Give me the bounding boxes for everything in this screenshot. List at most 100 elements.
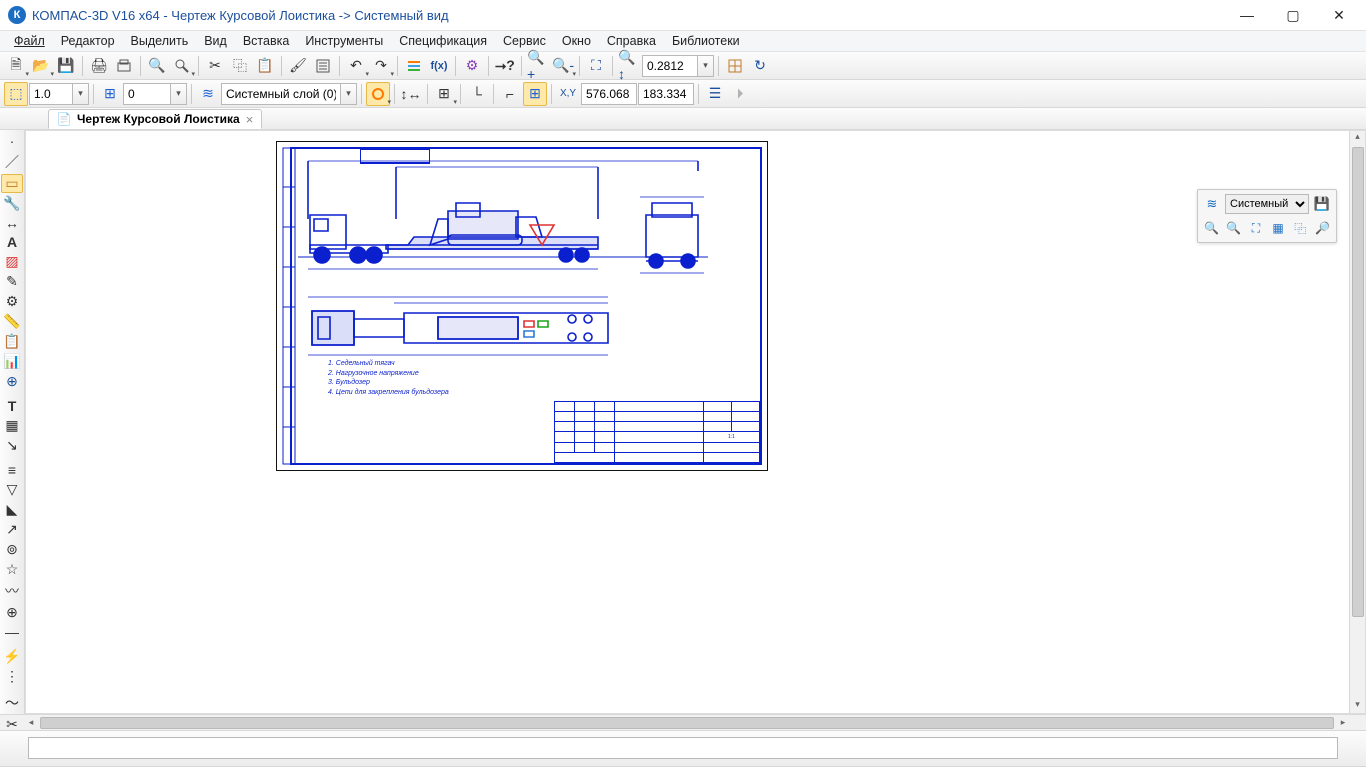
vt-measure[interactable]: 📏 (1, 312, 23, 331)
step-combo[interactable]: ▾ (123, 83, 187, 105)
pan-button[interactable] (723, 54, 747, 78)
step-input[interactable] (123, 83, 171, 105)
menu-help[interactable]: Справка (599, 32, 664, 50)
vt-line[interactable]: ／ (1, 151, 23, 173)
zoom-out-button[interactable]: 🔍-▾ (551, 54, 575, 78)
vt-rect[interactable]: ▭ (1, 174, 23, 193)
vt-text[interactable]: A (1, 233, 23, 251)
window-minimize-button[interactable]: — (1224, 0, 1270, 30)
coord-x-input[interactable] (581, 83, 637, 105)
tool-snap-active[interactable]: ⊞ (523, 82, 547, 106)
fx-button[interactable]: f(x) (427, 54, 451, 78)
doc-tab-close[interactable]: × (246, 112, 254, 127)
redo-button[interactable]: ↷▾ (369, 54, 393, 78)
vt-multi[interactable]: ⋮ (1, 667, 23, 686)
menu-insert[interactable]: Вставка (235, 32, 297, 50)
paste-button[interactable]: 📋 (253, 54, 277, 78)
vt-weld[interactable]: ≡ (1, 461, 23, 479)
macro-button[interactable]: ⏵ (728, 82, 752, 106)
vt-cut[interactable]: ✂ (1, 715, 23, 734)
print-button[interactable]: 🖨 (87, 54, 111, 78)
menu-editor[interactable]: Редактор (53, 32, 123, 50)
panel-zoom-out[interactable]: 🔍 (1224, 218, 1243, 238)
vt-axis[interactable]: ― (1, 623, 23, 641)
menu-view[interactable]: Вид (196, 32, 235, 50)
format-painter-button[interactable]: 🖌 (286, 54, 310, 78)
vt-base[interactable]: ◣ (1, 500, 23, 519)
vt-brand[interactable]: ☆ (1, 560, 23, 579)
tool-axes[interactable]: ↕↔ (399, 82, 423, 106)
vt-bolt[interactable]: ⚡ (1, 647, 23, 666)
print-preview-button[interactable] (112, 54, 136, 78)
floating-style-panel[interactable]: ≋ Системный 💾 🔍 🔍 ⛶ ▦ ⿻ 🔎 (1197, 189, 1337, 243)
panel-zoom-fit[interactable]: ⛶ (1246, 218, 1265, 238)
vertical-scrollbar[interactable]: ▴ ▾ (1349, 131, 1365, 713)
preview-button[interactable]: 🔍 (145, 54, 169, 78)
save-button[interactable]: 💾 (54, 54, 78, 78)
panel-copy[interactable]: ⿻ (1291, 218, 1310, 238)
undo-button[interactable]: ↶▾ (344, 54, 368, 78)
layers-button[interactable] (402, 54, 426, 78)
menu-tools[interactable]: Инструменты (297, 32, 391, 50)
h-scroll-thumb[interactable] (40, 717, 1334, 729)
cut-button[interactable]: ✂ (203, 54, 227, 78)
script-button[interactable]: ⚙ (460, 54, 484, 78)
layer-combo[interactable]: ▾ (221, 83, 357, 105)
zoom-window-button[interactable]: ⛶ (584, 54, 608, 78)
menu-file[interactable]: Файл (6, 32, 53, 50)
vt-table[interactable]: ▦ (1, 416, 23, 435)
vt-curve[interactable]: 〜 (1, 692, 23, 714)
vt-point[interactable]: · (1, 132, 23, 150)
zoom-realtime-button[interactable]: 🔍↕ (617, 54, 641, 78)
menu-service[interactable]: Сервис (495, 32, 554, 50)
menu-spec[interactable]: Спецификация (391, 32, 495, 50)
vt-hatch[interactable]: ▨ (1, 252, 23, 271)
panel-zoom-in[interactable]: 🔍 (1202, 218, 1221, 238)
scale-input[interactable] (29, 83, 73, 105)
save-style-icon[interactable]: 💾 (1312, 194, 1332, 214)
layer-icon[interactable]: ≋ (196, 82, 220, 106)
command-input[interactable] (28, 737, 1338, 759)
scale-combo[interactable]: ▾ (29, 83, 89, 105)
copy-button[interactable]: ⿻ (228, 54, 252, 78)
properties-button[interactable] (311, 54, 335, 78)
vt-mark[interactable]: ⊚ (1, 540, 23, 559)
tool-grid[interactable]: ⊞▾ (432, 82, 456, 106)
vt-edit[interactable]: ✎ (1, 272, 23, 291)
window-maximize-button[interactable]: ▢ (1270, 0, 1316, 30)
menu-select[interactable]: Выделить (123, 32, 197, 50)
ortho-button[interactable]: ▾ (366, 82, 390, 106)
menu-window[interactable]: Окно (554, 32, 599, 50)
vt-dim[interactable]: ↔ (1, 214, 23, 232)
snap-button[interactable]: ⬚ (4, 82, 28, 106)
step-button[interactable]: ⊞ (98, 82, 122, 106)
vt-spec[interactable]: 📋 (1, 332, 23, 351)
vt-wave[interactable]: 〰 (1, 580, 23, 602)
layer-input[interactable] (221, 83, 341, 105)
v-scroll-thumb[interactable] (1352, 147, 1364, 617)
drawing-canvas[interactable]: 1. Седельный тягач 2. Нагрузочное напряж… (276, 141, 768, 471)
tool-ortho-xy[interactable]: └ (465, 82, 489, 106)
vt-arrow[interactable]: ↗ (1, 520, 23, 539)
vt-params[interactable]: ⚙ (1, 292, 23, 311)
vt-center[interactable]: ⊕ (1, 603, 23, 622)
style-select[interactable]: Системный (1225, 194, 1309, 214)
vt-tools[interactable]: 🔧 (1, 194, 23, 213)
zoom-value-combo[interactable]: ▾ (642, 55, 714, 77)
history-button[interactable]: ☰ (703, 82, 727, 106)
help-button[interactable]: ⭢? (493, 54, 517, 78)
horizontal-scrollbar[interactable]: ◂ ▸ (0, 714, 1366, 730)
vt-report[interactable]: 📊 (1, 352, 23, 371)
vt-leader[interactable]: ↘ (1, 436, 23, 455)
panel-find[interactable]: 🔎 (1313, 218, 1332, 238)
doc-tab-active[interactable]: 📄 Чертеж Курсовой Лоистика × (48, 109, 262, 129)
redraw-button[interactable]: ↻ (748, 54, 772, 78)
new-button[interactable]: 🗎▾ (4, 54, 28, 78)
find-button[interactable]: ▾ (170, 54, 194, 78)
vt-insert[interactable]: ⊕ (1, 372, 23, 391)
vt-t[interactable]: T (1, 397, 23, 415)
open-button[interactable]: 📂▾ (29, 54, 53, 78)
zoom-value-input[interactable] (642, 55, 698, 77)
vt-surf[interactable]: ▽ (1, 480, 23, 499)
tool-step[interactable]: ⌐ (498, 82, 522, 106)
